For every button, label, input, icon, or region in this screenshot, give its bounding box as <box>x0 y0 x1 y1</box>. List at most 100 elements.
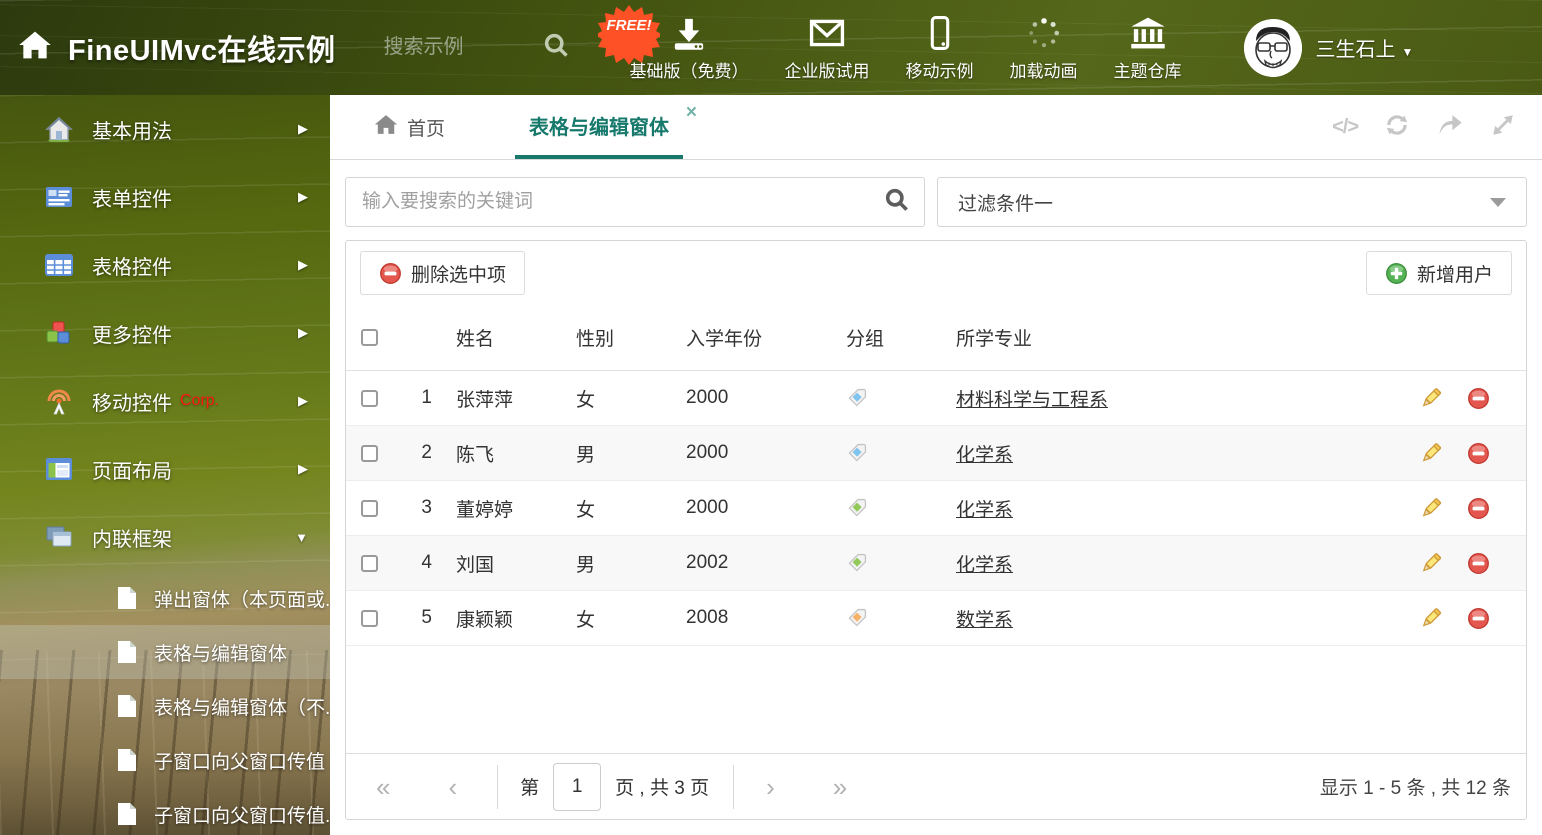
close-icon[interactable]: × <box>686 103 697 122</box>
cell-gender: 女 <box>576 499 596 521</box>
row-checkbox[interactable] <box>361 609 378 627</box>
tab-home[interactable]: 首页 <box>360 95 459 159</box>
sidebar-subitem-grid-edit-window-2[interactable]: 表格与编辑窗体（不... <box>0 679 330 733</box>
record-summary: 显示 1 - 5 条 , 共 12 条 <box>1319 778 1511 799</box>
table-row[interactable]: 3 董婷婷 女 2000 化学系 <box>346 481 1526 536</box>
prev-page-button[interactable]: ‹ <box>448 774 457 800</box>
tab-label: 首页 <box>407 118 446 140</box>
delete-selected-button[interactable]: 删除选中项 <box>360 251 526 295</box>
header-search-input[interactable] <box>383 36 534 59</box>
edit-icon[interactable] <box>1419 606 1443 630</box>
add-user-button[interactable]: 新增用户 <box>1365 251 1512 295</box>
avatar[interactable] <box>1243 18 1302 77</box>
column-header-group[interactable]: 分组 <box>836 324 956 351</box>
row-index: 2 <box>421 442 432 463</box>
major-link[interactable]: 化学系 <box>956 440 1013 467</box>
tab-grid-edit-window[interactable]: 表格与编辑窗体 × <box>515 95 697 159</box>
sidebar-item-mobile-controls[interactable]: 移动控件 Corp. ▶ <box>0 367 330 435</box>
column-header-name[interactable]: 姓名 <box>456 324 576 351</box>
home-icon[interactable] <box>18 30 52 65</box>
sidebar-subitem-label: 子窗口向父窗口传值 <box>154 751 326 773</box>
add-button-label: 新增用户 <box>1416 264 1493 286</box>
minus-circle-icon <box>379 262 402 285</box>
source-code-icon[interactable]: </> <box>1332 116 1359 139</box>
pagination-bar: « ‹ 第 页 , 共 3 页 › » 显示 1 - 5 条 , 共 12 条 <box>346 753 1526 819</box>
column-header-gender[interactable]: 性别 <box>576 324 686 351</box>
row-index: 4 <box>421 552 432 573</box>
cell-name: 康颖颖 <box>456 609 514 631</box>
search-icon[interactable] <box>883 186 910 218</box>
sidebar-item-more-controls[interactable]: 更多控件 ▶ <box>0 299 330 367</box>
keyword-search-input[interactable] <box>362 191 883 213</box>
table-row[interactable]: 4 刘国 男 2002 化学系 <box>346 536 1526 591</box>
delete-button-label: 删除选中项 <box>411 264 507 286</box>
select-all-checkbox[interactable] <box>361 329 378 346</box>
sidebar: 基本用法 ▶ 表单控件 ▶ 表格控件 ▶ 更多控件 ▶ 移动控件 Corp. ▶… <box>0 95 330 835</box>
username-text: 三生石上 <box>1315 39 1396 61</box>
delete-icon[interactable] <box>1467 497 1490 520</box>
search-icon[interactable] <box>542 31 570 64</box>
edit-icon[interactable] <box>1419 551 1443 575</box>
cell-gender: 男 <box>576 554 596 576</box>
major-link[interactable]: 化学系 <box>956 550 1013 577</box>
sidebar-subitem-popup-window[interactable]: 弹出窗体（本页面或... <box>0 571 330 625</box>
column-header-year[interactable]: 入学年份 <box>686 324 836 351</box>
major-link[interactable]: 数学系 <box>956 605 1013 632</box>
cell-name: 张萍萍 <box>456 389 514 411</box>
mobile-icon <box>929 13 951 53</box>
sidebar-subitem-child-to-parent[interactable]: 子窗口向父窗口传值 <box>0 733 330 787</box>
delete-icon[interactable] <box>1467 387 1490 410</box>
sidebar-item-basic-usage[interactable]: 基本用法 ▶ <box>0 95 330 163</box>
table-row[interactable]: 1 张萍萍 女 2000 材料科学与工程系 <box>346 371 1526 426</box>
last-page-button[interactable]: » <box>833 774 847 800</box>
nav-item-loading[interactable]: 加载动画 <box>1010 13 1078 82</box>
cell-year: 2008 <box>686 607 729 628</box>
corp-badge: Corp. <box>180 392 220 409</box>
delete-icon[interactable] <box>1467 607 1490 630</box>
nav-item-mobile[interactable]: 移动示例 <box>906 13 974 82</box>
delete-icon[interactable] <box>1467 442 1490 465</box>
row-checkbox[interactable] <box>361 499 378 517</box>
sidebar-item-form-controls[interactable]: 表单控件 ▶ <box>0 163 330 231</box>
nav-item-label: 企业版试用 <box>784 62 870 81</box>
nav-item-enterprise[interactable]: 企业版试用 <box>785 13 870 82</box>
major-link[interactable]: 化学系 <box>956 495 1013 522</box>
column-header-major[interactable]: 所学专业 <box>956 324 1394 351</box>
page-icon <box>116 802 138 826</box>
cell-name: 董婷婷 <box>456 499 514 521</box>
nav-item-themes[interactable]: 主题仓库 <box>1114 13 1182 82</box>
tag-icon <box>846 552 868 574</box>
row-checkbox[interactable] <box>361 389 378 407</box>
row-checkbox[interactable] <box>361 554 378 572</box>
frames-icon <box>44 522 74 552</box>
table-row[interactable]: 2 陈飞 男 2000 化学系 <box>346 426 1526 481</box>
download-icon <box>671 13 707 53</box>
row-checkbox[interactable] <box>361 444 378 462</box>
edit-icon[interactable] <box>1419 496 1443 520</box>
sidebar-subitem-grid-edit-window[interactable]: 表格与编辑窗体 <box>0 625 330 679</box>
share-icon[interactable] <box>1436 112 1464 143</box>
sidebar-item-grid-controls[interactable]: 表格控件 ▶ <box>0 231 330 299</box>
sidebar-item-page-layout[interactable]: 页面布局 ▶ <box>0 435 330 503</box>
first-page-button[interactable]: « <box>376 774 390 800</box>
major-link[interactable]: 材料科学与工程系 <box>956 385 1108 412</box>
filter-dropdown[interactable]: 过滤条件一 <box>937 177 1527 227</box>
page-number-input[interactable] <box>553 762 602 811</box>
header-nav: 基础版（免费） 企业版试用 移动示例 加载动画 主题仓库 <box>630 13 1218 82</box>
refresh-icon[interactable] <box>1384 112 1410 143</box>
table-row[interactable]: 5 康颖颖 女 2008 数学系 <box>346 591 1526 646</box>
sidebar-subitem-label: 子窗口向父窗口传值... <box>154 805 330 827</box>
edit-icon[interactable] <box>1419 441 1443 465</box>
expand-icon[interactable] <box>1490 112 1516 143</box>
delete-icon[interactable] <box>1467 552 1490 575</box>
sidebar-item-iframe[interactable]: 内联框架 ▼ <box>0 503 330 571</box>
next-page-button[interactable]: › <box>766 774 775 800</box>
edit-icon[interactable] <box>1419 386 1443 410</box>
sidebar-item-label: 内联框架 <box>92 528 172 551</box>
tag-icon <box>846 442 868 464</box>
cell-year: 2000 <box>686 497 729 518</box>
sidebar-subitem-child-to-parent-2[interactable]: 子窗口向父窗口传值... <box>0 787 330 835</box>
username[interactable]: 三生石上 ▼ <box>1316 33 1414 62</box>
free-badge-text: FREE! <box>606 17 651 34</box>
cell-year: 2000 <box>686 387 729 408</box>
